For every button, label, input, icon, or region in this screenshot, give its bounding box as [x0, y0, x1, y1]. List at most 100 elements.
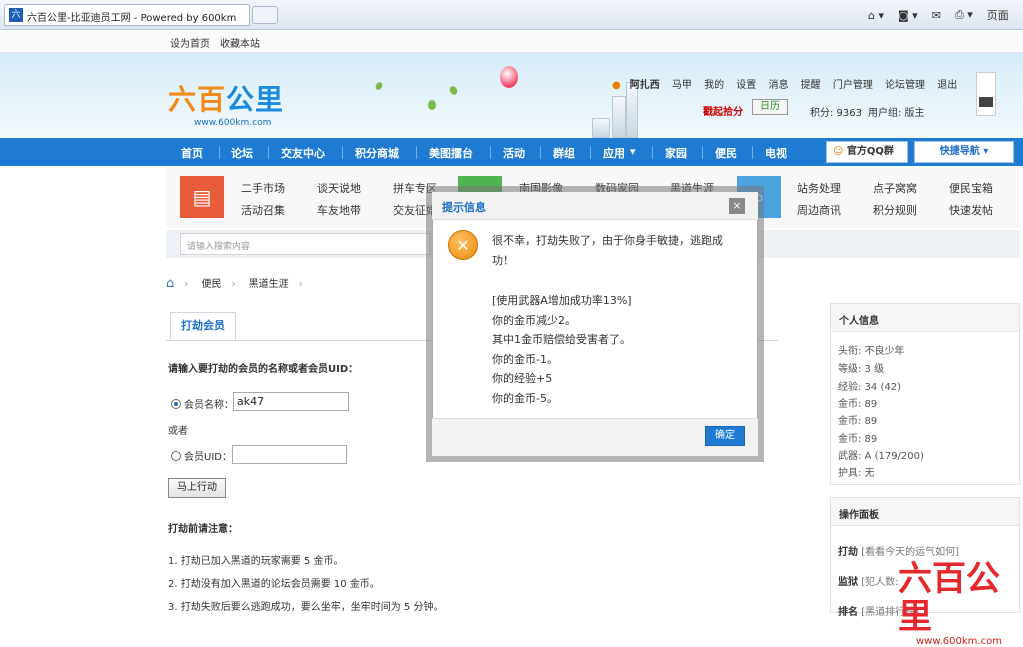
watermark-logo: 六百公里 www.600km.com — [898, 560, 1022, 647]
nav-item[interactable]: 首页 — [181, 145, 203, 161]
user-menu-item[interactable]: 论坛管理 — [885, 76, 925, 91]
name-label: 会员名称： — [184, 400, 234, 411]
act-now-button[interactable]: 马上行动 — [168, 478, 226, 498]
note-item: 1. 打劫已加入黑道的玩家需要 5 金币。 — [168, 556, 344, 567]
nav-item[interactable]: 家园 — [665, 145, 687, 161]
nav-item[interactable]: 应用 — [603, 145, 625, 161]
group-display[interactable]: 用户组: 版主 — [868, 104, 925, 119]
nav-item[interactable]: 积分商城 — [355, 145, 399, 161]
nav-item[interactable]: 便民 — [715, 145, 737, 161]
op-label: 监狱 — [838, 577, 858, 588]
name-radio[interactable]: 会员名称： — [171, 396, 234, 411]
op-row[interactable]: 监狱 [犯人数: — [838, 573, 898, 588]
logo-text-b: 公里 — [226, 83, 285, 116]
uid-radio[interactable]: 会员UID： — [171, 448, 232, 463]
new-tab-button[interactable] — [252, 6, 278, 24]
op-row[interactable]: 打劫 [看看今天的运气如何] — [838, 543, 959, 558]
nav-item[interactable]: 电视 — [765, 145, 787, 161]
sub-link[interactable]: 便民宝箱 — [949, 180, 993, 196]
breadcrumb-item[interactable]: 便民 — [201, 279, 221, 290]
sub-link[interactable]: 点子窝窝 — [873, 180, 917, 196]
print-icon[interactable]: ⎙ ▾ — [955, 8, 973, 22]
logo-text-a: 六百 — [168, 83, 227, 116]
points-display[interactable]: 积分: 9363 — [810, 104, 862, 119]
notes-title: 打劫前请注意： — [168, 524, 238, 535]
nav-item[interactable]: 群组 — [553, 145, 575, 161]
nav-item[interactable]: 交友中心 — [281, 145, 325, 161]
daily-button[interactable]: 日历 — [752, 99, 788, 115]
profile-row: 头衔: 不良少年 — [838, 346, 905, 357]
site-logo[interactable]: 六百公里 www.600km.com — [168, 78, 288, 128]
member-uid-input[interactable] — [232, 445, 347, 464]
page-menu[interactable]: 页面 — [987, 7, 1009, 23]
sub-link[interactable]: 周边商讯 — [797, 202, 841, 218]
sign-in-link[interactable]: 戳起拾分 — [703, 103, 743, 118]
dialog-message: 很不幸，打劫失败了，由于你身手敏捷，逃跑成 — [492, 234, 723, 247]
sub-link[interactable]: 二手市场 — [241, 180, 285, 196]
avatar[interactable] — [976, 72, 996, 116]
radio-unselected-icon — [171, 451, 181, 461]
dialog-message: 功！ — [492, 254, 514, 267]
member-name-input[interactable]: ak47 — [233, 392, 349, 411]
close-icon[interactable]: × — [729, 198, 745, 214]
profile-row: 金币: 89 — [838, 434, 878, 445]
op-desc: [犯人数: — [861, 577, 899, 588]
user-menu-item[interactable]: 设置 — [736, 76, 756, 91]
sub-link[interactable]: 快速发帖 — [949, 202, 993, 218]
home-icon[interactable]: ⌂ — [166, 276, 174, 291]
note-item: 3. 打劫失败后要么逃跑成功，要么坐牢，坐牢时间为 5 分钟。 — [168, 602, 444, 613]
rob-prompt: 请输入要打劫的会员的名称或者会员UID： — [168, 364, 359, 375]
error-icon: ✕ — [448, 230, 478, 260]
profile-row: 等级: 3 级 — [838, 364, 885, 375]
browser-tab[interactable]: 六 六百公里-比亚迪员工网 - Powered by 600km — [4, 4, 250, 26]
user-menu-item[interactable]: 我的 — [704, 76, 724, 91]
qq-group-button[interactable]: ☺ 官方QQ群 — [826, 141, 908, 163]
or-text: 或者 — [168, 426, 188, 437]
radio-selected-icon — [171, 399, 181, 409]
user-menu-item[interactable]: 退出 — [937, 76, 957, 91]
uid-label: 会员UID： — [184, 452, 232, 463]
building-decoration — [592, 118, 610, 138]
dialog-detail: [使用武器A增加成功率13%] — [492, 294, 632, 307]
sub-link[interactable]: 车友地带 — [317, 202, 361, 218]
user-menu-item[interactable]: 门户管理 — [833, 76, 873, 91]
profile-row: 金币: 89 — [838, 416, 878, 427]
sub-link[interactable]: 活动召集 — [241, 202, 285, 218]
profile-row: 金币: 89 — [838, 399, 878, 410]
sub-link[interactable]: 积分规则 — [873, 202, 917, 218]
tab-rob-member[interactable]: 打劫会员 — [170, 312, 236, 340]
qq-label: 官方QQ群 — [846, 146, 894, 157]
dialog-detail: 你的金币-5。 — [492, 392, 558, 405]
mail-icon[interactable]: ✉ — [932, 9, 941, 22]
nav-item[interactable]: 活动 — [503, 145, 525, 161]
user-menu-item[interactable]: 提醒 — [801, 76, 821, 91]
dialog-title: 提示信息 — [442, 201, 486, 214]
watermark-text: 六百公里 — [898, 559, 1000, 637]
building-decoration — [612, 96, 626, 138]
set-home-link[interactable]: 设为首页 — [170, 35, 210, 50]
profile-title: 个人信息 — [831, 304, 1019, 332]
bookmark-link[interactable]: 收藏本站 — [220, 35, 260, 50]
leaf-decoration — [428, 100, 436, 110]
breadcrumb: ⌂ › 便民 › 黑道生涯 › — [166, 276, 303, 291]
dialog-detail: 你的经验+5 — [492, 372, 553, 385]
username[interactable]: 阿扎西 — [630, 76, 660, 91]
note-item: 2. 打劫没有加入黑道的论坛会员需要 10 金币。 — [168, 579, 380, 590]
ok-button[interactable]: 确定 — [705, 426, 745, 446]
search-input[interactable]: 请输入搜索内容 — [180, 233, 430, 255]
user-menu-item[interactable]: 马甲 — [672, 76, 692, 91]
op-desc: [看看今天的运气如何] — [861, 547, 959, 558]
browser-toolbar: ⌂ ▾ ◙ ▾ ✉ ⎙ ▾ 页面 — [868, 6, 1009, 24]
sub-link[interactable]: 站务处理 — [797, 180, 841, 196]
profile-row: 护具: 无 — [838, 468, 875, 479]
user-menu-item[interactable]: 消息 — [768, 76, 788, 91]
rss-icon[interactable]: ◙ ▾ — [898, 9, 918, 22]
quick-nav-button[interactable]: 快捷导航 ▾ — [914, 141, 1014, 163]
dialog-detail: 你的金币减少2。 — [492, 314, 576, 327]
nav-item[interactable]: 论坛 — [231, 145, 253, 161]
breadcrumb-item[interactable]: 黑道生涯 — [249, 279, 289, 290]
ops-title: 操作面板 — [831, 498, 1019, 526]
sub-link[interactable]: 谈天说地 — [317, 180, 361, 196]
nav-item[interactable]: 美图擂台 — [429, 145, 473, 161]
home-icon[interactable]: ⌂ ▾ — [868, 9, 884, 22]
